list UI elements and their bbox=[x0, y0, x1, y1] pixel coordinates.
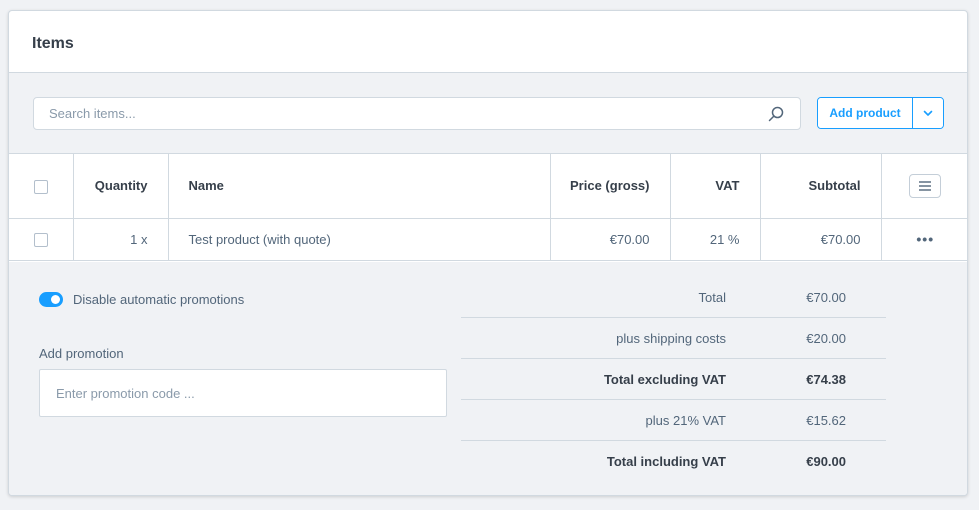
total-including-vat-label: Total including VAT bbox=[606, 454, 726, 469]
column-settings-cell bbox=[881, 154, 967, 218]
column-header-subtotal[interactable]: Subtotal bbox=[760, 154, 882, 218]
items-table: Quantity Name Price (gross) VAT Subtotal bbox=[9, 154, 967, 261]
switch-label: Disable automatic promotions bbox=[73, 292, 245, 307]
vat-label: plus 21% VAT bbox=[645, 412, 726, 428]
column-header-name[interactable]: Name bbox=[168, 154, 551, 218]
total-label: Total bbox=[698, 289, 726, 305]
column-settings-icon bbox=[919, 181, 932, 191]
totals-summary: Total €70.00 plus shipping costs €20.00 … bbox=[461, 277, 886, 482]
table-header-row: Quantity Name Price (gross) VAT Subtotal bbox=[9, 154, 967, 218]
vat-row: plus 21% VAT €15.62 bbox=[461, 400, 886, 441]
card-title: Items bbox=[32, 35, 74, 52]
cell-name[interactable]: Test product (with quote) bbox=[168, 218, 551, 260]
add-product-split-button: Add product bbox=[817, 97, 944, 129]
card-header: Items bbox=[9, 11, 967, 73]
column-header-price[interactable]: Price (gross) bbox=[550, 154, 671, 218]
summary-area: Disable automatic promotions Add promoti… bbox=[9, 262, 967, 495]
more-horizontal-icon[interactable]: ••• bbox=[916, 231, 934, 247]
items-card: Items Add product Quantity bbox=[8, 10, 968, 496]
cell-price[interactable]: €70.00 bbox=[550, 218, 671, 260]
column-header-quantity[interactable]: Quantity bbox=[73, 154, 169, 218]
search-icon[interactable] bbox=[768, 106, 784, 122]
promotion-code-field bbox=[39, 369, 447, 417]
table-row: 1 x Test product (with quote) €70.00 21 … bbox=[9, 218, 967, 260]
row-checkbox[interactable] bbox=[33, 232, 48, 247]
promotion-code-input[interactable] bbox=[40, 370, 446, 416]
total-excluding-vat-row: Total excluding VAT €74.38 bbox=[461, 359, 886, 400]
total-excluding-vat-value: €74.38 bbox=[806, 371, 846, 387]
column-settings-button[interactable] bbox=[909, 173, 942, 198]
add-product-button[interactable]: Add product bbox=[818, 98, 913, 128]
chevron-down-icon bbox=[923, 110, 933, 116]
shipping-costs-value: €20.00 bbox=[806, 330, 846, 346]
total-row: Total €70.00 bbox=[461, 277, 886, 318]
row-select-cell bbox=[9, 218, 74, 260]
automatic-promotions-toggle-row: Disable automatic promotions bbox=[39, 292, 244, 307]
cell-subtotal: €70.00 bbox=[760, 218, 882, 260]
row-actions-cell: ••• bbox=[881, 218, 967, 260]
vat-value: €15.62 bbox=[806, 412, 846, 428]
disable-automatic-promotions-switch[interactable] bbox=[39, 292, 63, 307]
select-all-checkbox[interactable] bbox=[33, 179, 48, 194]
total-including-vat-row: Total including VAT €90.00 bbox=[461, 441, 886, 482]
search-input[interactable] bbox=[34, 98, 734, 129]
total-value: €70.00 bbox=[806, 289, 846, 305]
items-toolbar: Add product bbox=[9, 73, 967, 154]
switch-knob bbox=[51, 295, 60, 304]
search-field bbox=[33, 97, 801, 130]
column-header-vat[interactable]: VAT bbox=[670, 154, 761, 218]
cell-quantity[interactable]: 1 x bbox=[73, 218, 169, 260]
total-excluding-vat-label: Total excluding VAT bbox=[603, 371, 726, 387]
cell-vat[interactable]: 21 % bbox=[670, 218, 761, 260]
total-including-vat-value: €90.00 bbox=[806, 454, 846, 469]
add-product-dropdown-toggle[interactable] bbox=[913, 98, 943, 128]
shipping-costs-row: plus shipping costs €20.00 bbox=[461, 318, 886, 359]
shipping-costs-label: plus shipping costs bbox=[616, 330, 726, 346]
add-promotion-label: Add promotion bbox=[39, 346, 124, 361]
header-select-all-cell bbox=[9, 154, 74, 218]
